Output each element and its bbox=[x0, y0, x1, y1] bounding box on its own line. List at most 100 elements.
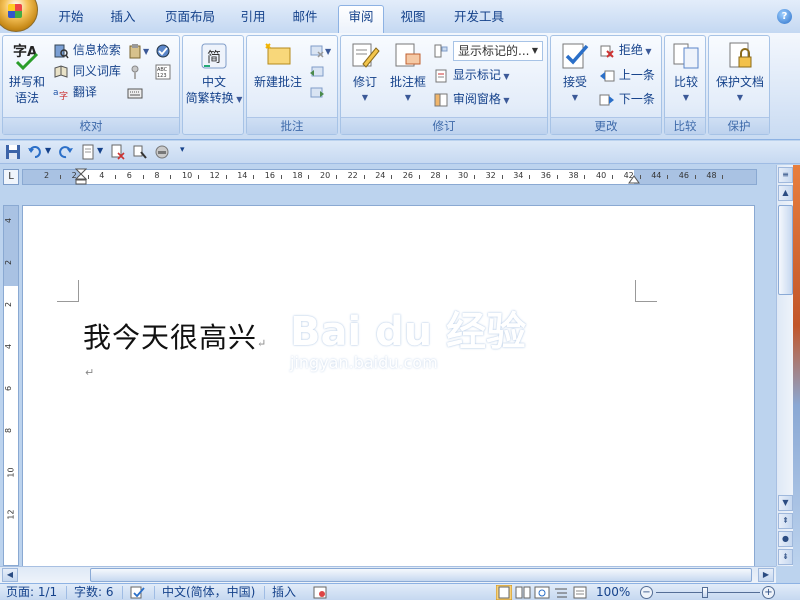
vertical-ruler[interactable]: 4 2 2 4 6 8 10 12 bbox=[3, 205, 19, 566]
protect-document-button[interactable]: 保护文档 ▼ bbox=[711, 40, 769, 106]
abc-123-button[interactable]: ABC 123 bbox=[155, 61, 171, 81]
undo-icon[interactable] bbox=[27, 144, 43, 160]
right-indent-marker-icon[interactable] bbox=[628, 174, 640, 184]
ruler-tick-mark bbox=[391, 175, 393, 179]
tab-review[interactable]: 审阅 bbox=[338, 5, 384, 35]
next-page-icon[interactable]: ⇟ bbox=[778, 549, 793, 565]
thesaurus-book-icon bbox=[54, 64, 68, 78]
tab-selector-button[interactable]: L bbox=[3, 169, 19, 185]
translate-button[interactable]: a字 翻译 bbox=[53, 82, 97, 102]
compare-button[interactable]: 比较 ▼ bbox=[667, 40, 705, 106]
zoom-slider-track[interactable] bbox=[656, 592, 760, 593]
spelling-grammar-button[interactable]: 字 A 拼写和 语法 bbox=[7, 40, 47, 106]
outline-view-icon[interactable] bbox=[553, 585, 569, 600]
macro-record-icon[interactable] bbox=[312, 585, 328, 600]
abc-123-icon: ABC123 bbox=[155, 64, 171, 79]
chinese-conversion-button[interactable]: 简 中文 简繁转换 ▼ bbox=[185, 40, 243, 108]
full-screen-reading-icon[interactable] bbox=[515, 585, 531, 600]
scroll-down-arrow-icon[interactable]: ▼ bbox=[778, 495, 793, 511]
scroll-left-arrow-icon[interactable]: ◀ bbox=[2, 568, 18, 582]
zoom-level[interactable]: 100% bbox=[596, 584, 630, 600]
redo-icon[interactable] bbox=[58, 144, 74, 160]
help-icon[interactable]: ? bbox=[777, 9, 792, 24]
compare-label: 比较 bbox=[673, 75, 698, 89]
previous-change-button[interactable]: 上一条 bbox=[599, 65, 655, 85]
keyboard-icon bbox=[127, 88, 143, 98]
accept-button[interactable]: 接受 ▼ bbox=[555, 40, 595, 106]
track-changes-button[interactable]: 修订 ▼ bbox=[345, 40, 385, 106]
delete-comment-button[interactable]: ▼ bbox=[309, 40, 331, 60]
scroll-right-arrow-icon[interactable]: ▶ bbox=[758, 568, 774, 582]
new-dropdown-icon[interactable]: ▼ bbox=[97, 146, 103, 155]
next-comment-button[interactable] bbox=[309, 82, 325, 102]
status-page[interactable]: 页面: 1/1 bbox=[6, 584, 57, 600]
indent-marker-icon[interactable] bbox=[75, 168, 87, 186]
display-for-review-value: 显示标记的... bbox=[458, 44, 530, 58]
customize-toolbar-icon[interactable]: ▾ bbox=[180, 145, 185, 155]
status-insert-mode[interactable]: 插入 bbox=[272, 584, 296, 600]
ruler-tick-mark bbox=[336, 175, 337, 179]
status-word-count[interactable]: 字数: 6 bbox=[74, 584, 114, 600]
office-button[interactable] bbox=[0, 0, 38, 32]
scroll-up-arrow-icon[interactable]: ▲ bbox=[778, 185, 793, 201]
quick-access-toolbar: ▼ ▼ ▾ bbox=[0, 141, 800, 164]
tab-home[interactable]: 开始 bbox=[50, 6, 92, 30]
ruler-tick-label: 22 bbox=[347, 171, 358, 180]
tab-developer[interactable]: 开发工具 bbox=[446, 6, 512, 30]
show-markup-button[interactable]: 显示标记 ▼ bbox=[433, 65, 510, 85]
research-button[interactable]: 信息检索 bbox=[53, 40, 121, 60]
display-for-review-dropdown[interactable]: 显示标记的... ▼ bbox=[453, 41, 543, 61]
new-comment-button[interactable]: 新建批注 bbox=[249, 40, 307, 90]
zoom-out-icon[interactable]: − bbox=[640, 586, 653, 599]
tab-view[interactable]: 视图 bbox=[392, 6, 434, 30]
web-layout-icon[interactable] bbox=[534, 585, 550, 600]
ruler-tick-label: 10 bbox=[182, 171, 193, 180]
ruler-tick-mark bbox=[60, 175, 61, 179]
next-change-icon bbox=[599, 94, 614, 105]
reject-button[interactable]: 拒绝 ▼ bbox=[599, 40, 652, 60]
set-language-button[interactable] bbox=[127, 61, 143, 81]
svg-text:简: 简 bbox=[207, 49, 221, 66]
tab-references[interactable]: 引用 bbox=[232, 6, 274, 30]
print-preview-icon[interactable] bbox=[110, 144, 126, 160]
reviewing-pane-button[interactable]: 审阅窗格 ▼ bbox=[433, 89, 510, 109]
document-paragraph-1[interactable]: 我今天很高兴↵ bbox=[83, 316, 267, 356]
new-document-icon[interactable] bbox=[80, 144, 96, 160]
vertical-scroll-thumb[interactable] bbox=[778, 205, 793, 295]
format-painter-icon[interactable] bbox=[132, 144, 148, 160]
spell-check-globe-button[interactable] bbox=[155, 40, 171, 60]
tab-insert[interactable]: 插入 bbox=[102, 6, 144, 30]
previous-change-icon bbox=[600, 70, 615, 81]
quick-print-icon[interactable] bbox=[154, 144, 170, 160]
select-browse-object-icon[interactable]: ● bbox=[778, 531, 793, 547]
horizontal-ruler[interactable]: 2 2 4 6 8 10 12 14 16 18 20 22 24 26 28 30 32 34 36 38 40 42 4… bbox=[22, 168, 757, 186]
horizontal-scrollbar[interactable]: ◀ ▶ bbox=[0, 566, 776, 583]
save-icon[interactable] bbox=[5, 144, 21, 160]
group-label-changes: 更改 bbox=[551, 117, 661, 134]
next-change-button[interactable]: 下一条 bbox=[599, 89, 655, 109]
tab-mailings[interactable]: 邮件 bbox=[284, 6, 326, 30]
print-layout-view-icon[interactable] bbox=[496, 585, 512, 600]
reject-icon bbox=[600, 45, 614, 58]
translation-tooltip-button[interactable]: ▼ bbox=[127, 40, 149, 60]
previous-comment-button[interactable] bbox=[309, 61, 325, 81]
ruler-toggle-button[interactable]: ≡ bbox=[778, 167, 793, 183]
spelling-label-1: 拼写和 bbox=[8, 75, 45, 89]
document-paragraph-2-mark[interactable]: ↵ bbox=[85, 366, 94, 379]
document-page[interactable]: 我今天很高兴↵ ↵ bbox=[22, 205, 755, 566]
thesaurus-button[interactable]: 同义词库 bbox=[53, 61, 121, 81]
group-label-proofing: 校对 bbox=[3, 117, 179, 134]
balloons-button[interactable]: 批注框 ▼ bbox=[387, 40, 429, 106]
draft-view-icon[interactable] bbox=[572, 585, 588, 600]
proofing-status-icon[interactable] bbox=[130, 585, 146, 600]
vertical-scrollbar[interactable]: ≡ ▲ ▼ ⇞ ● ⇟ bbox=[776, 165, 793, 566]
previous-page-icon[interactable]: ⇞ bbox=[778, 513, 793, 529]
horizontal-scroll-thumb[interactable] bbox=[90, 568, 752, 582]
word-count-button[interactable] bbox=[127, 82, 143, 102]
zoom-slider-thumb[interactable] bbox=[702, 587, 708, 598]
svg-text:a: a bbox=[53, 88, 59, 98]
undo-dropdown-icon[interactable]: ▼ bbox=[45, 146, 51, 155]
tab-page-layout[interactable]: 页面布局 bbox=[158, 6, 222, 30]
zoom-in-icon[interactable]: + bbox=[762, 586, 775, 599]
status-language[interactable]: 中文(简体，中国) bbox=[162, 584, 255, 600]
